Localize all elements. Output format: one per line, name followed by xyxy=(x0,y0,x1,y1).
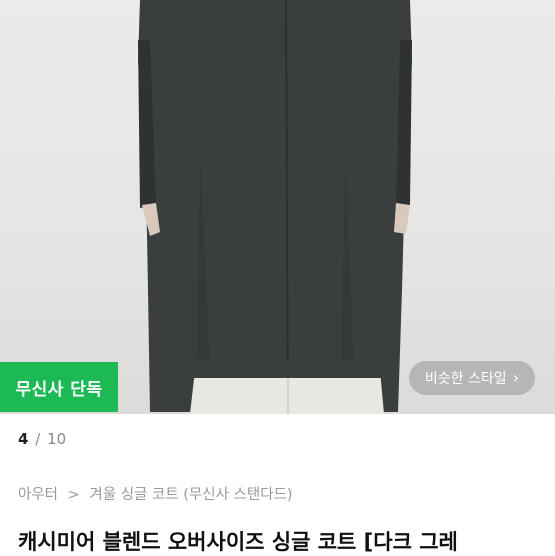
similar-style-label: 비슷한 스타일 xyxy=(424,371,507,387)
coat-photo xyxy=(138,0,412,414)
chevron-right-icon: › xyxy=(512,368,520,387)
pager-separator: / xyxy=(35,430,41,448)
similar-style-button[interactable]: 비슷한 스타일 › xyxy=(409,361,535,395)
image-pager: 4 / 10 xyxy=(18,430,66,448)
breadcrumb-arrow-icon: > xyxy=(67,487,80,503)
pager-current: 4 xyxy=(18,430,29,448)
breadcrumb-item-category[interactable]: 겨울 싱글 코트 (무신사 스탠다드) xyxy=(89,487,292,503)
breadcrumb: 아우터 > 겨울 싱글 코트 (무신사 스탠다드) xyxy=(18,483,293,504)
breadcrumb-item-outer[interactable]: 아우터 xyxy=(18,487,58,503)
product-title: 캐시미어 블렌드 오버사이즈 싱글 코트 [다크 그레 xyxy=(18,530,458,554)
pager-total: 10 xyxy=(47,430,67,448)
product-image-gallery[interactable]: 무신사 단독 비슷한 스타일 › xyxy=(0,0,555,414)
exclusive-badge: 무신사 단독 xyxy=(0,362,118,412)
